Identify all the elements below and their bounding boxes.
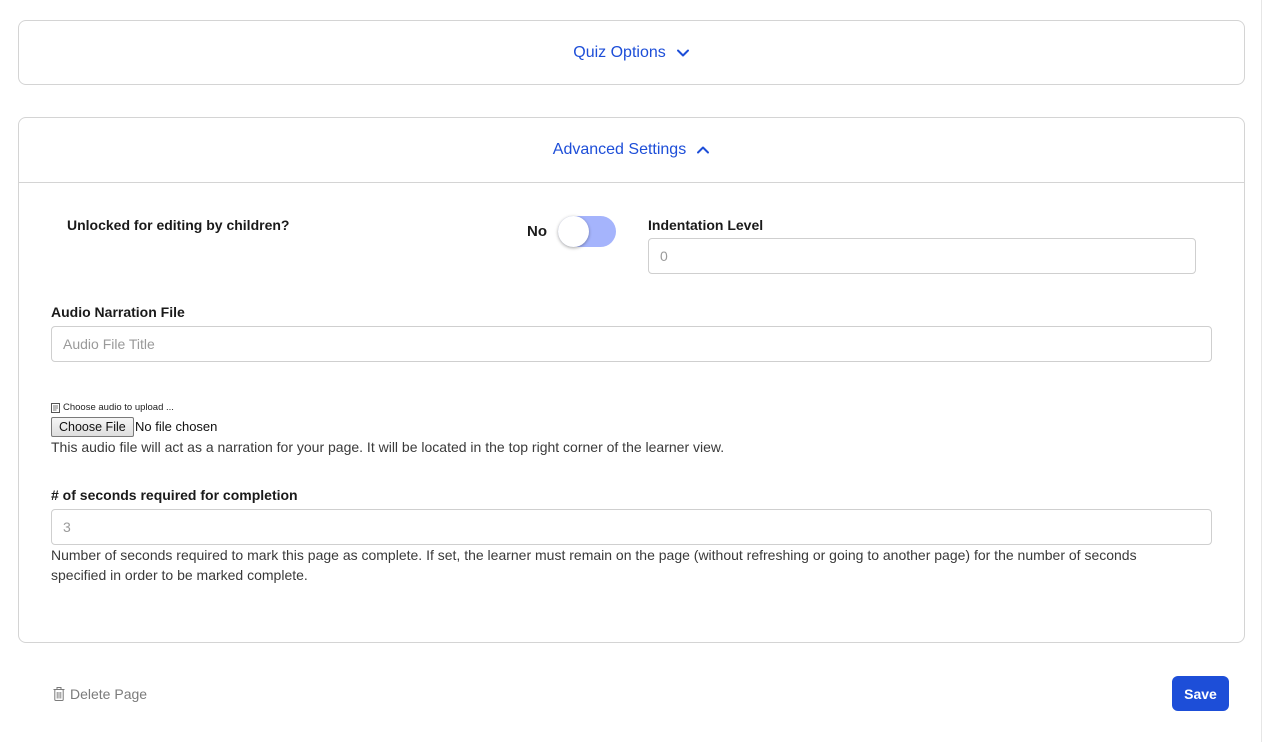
audio-upload-hint-text: Choose audio to upload ... (63, 402, 174, 413)
seconds-required-label: # of seconds required for completion (51, 487, 298, 503)
chevron-up-icon (697, 146, 710, 154)
unlocked-label: Unlocked for editing by children? (67, 217, 290, 233)
seconds-required-input[interactable] (51, 509, 1212, 545)
delete-page-label: Delete Page (70, 686, 148, 702)
quiz-options-label: Quiz Options (573, 43, 666, 61)
quiz-options-toggle[interactable]: Quiz Options (19, 21, 1244, 84)
audio-narration-label: Audio Narration File (51, 304, 185, 320)
unlocked-state-label: No (527, 223, 547, 240)
advanced-settings-label: Advanced Settings (552, 141, 687, 158)
no-file-chosen-text: No file chosen (135, 419, 218, 434)
advanced-settings-toggle[interactable]: Advanced Settings (19, 118, 1244, 183)
audio-help-text: This audio file will act as a narration … (51, 439, 725, 455)
audio-title-input[interactable] (51, 326, 1212, 362)
indentation-label: Indentation Level (648, 217, 764, 233)
choose-file-button[interactable]: Choose File (51, 417, 134, 437)
delete-page-button[interactable]: Delete Page (53, 686, 147, 702)
trash-icon (53, 687, 65, 701)
indentation-input[interactable] (648, 238, 1196, 274)
save-button[interactable]: Save (1172, 676, 1229, 711)
toggle-knob (558, 216, 589, 247)
audio-upload-hint: Choose audio to upload ... (51, 402, 174, 413)
chevron-down-icon (676, 49, 689, 56)
seconds-help-text: Number of seconds required to mark this … (51, 547, 1137, 583)
quiz-options-panel: Quiz Options (18, 20, 1245, 85)
unlocked-toggle[interactable] (558, 216, 616, 247)
document-icon (51, 402, 60, 413)
